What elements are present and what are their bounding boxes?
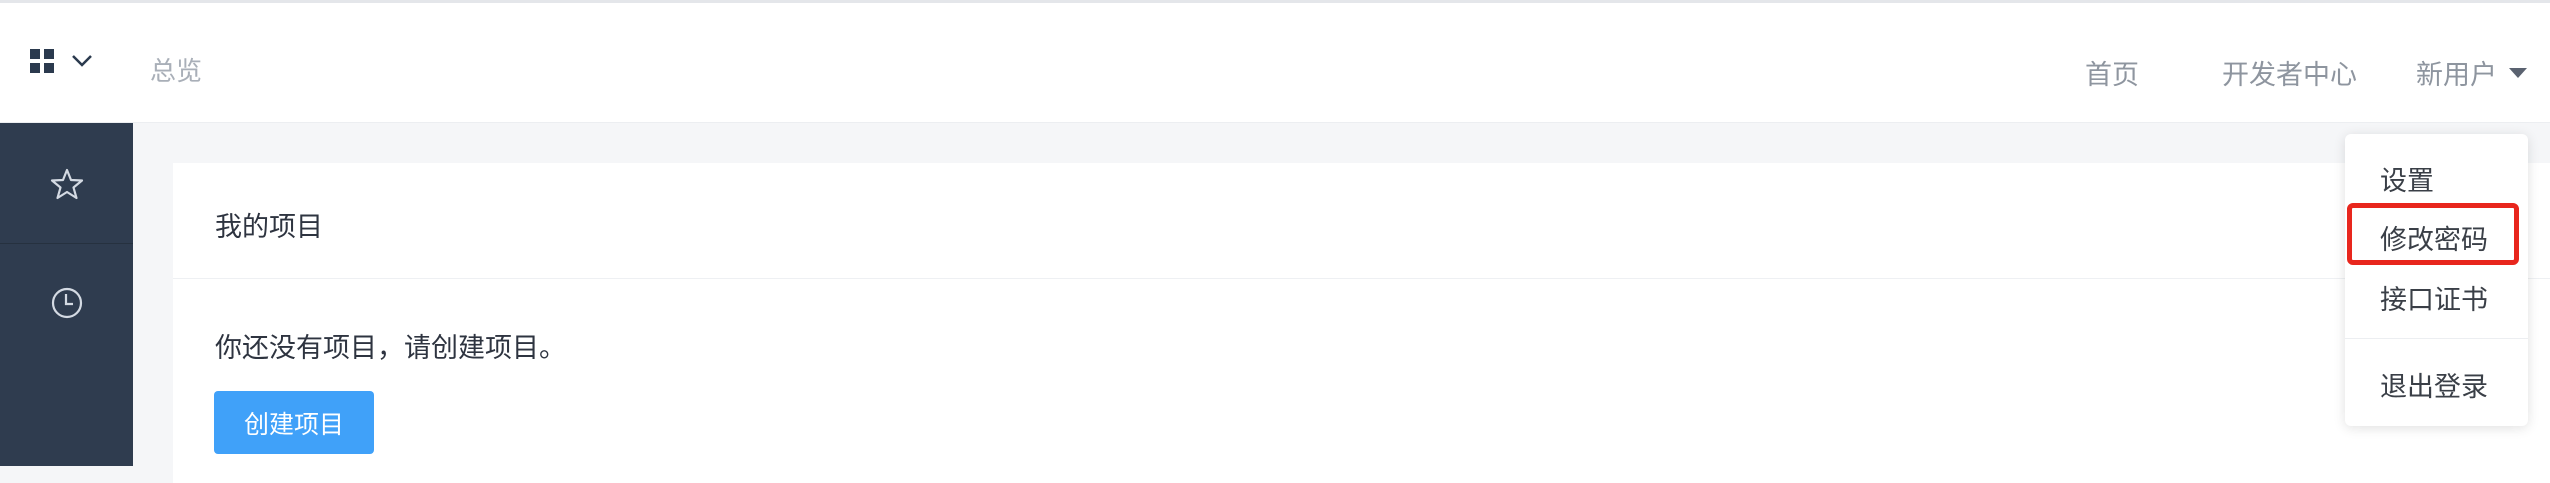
- app-switcher[interactable]: [30, 49, 94, 73]
- user-menu-trigger[interactable]: 新用户: [2416, 53, 2527, 92]
- my-projects-card: 我的项目 你还没有项目，请创建项目。 创建项目: [173, 163, 2550, 483]
- empty-state-message: 你还没有项目，请创建项目。: [215, 333, 566, 364]
- star-icon: [50, 168, 83, 200]
- sidebar-item-favorites[interactable]: [0, 125, 133, 244]
- nav-home-link[interactable]: 首页: [2085, 53, 2139, 92]
- card-title: 我的项目: [215, 212, 323, 243]
- menu-divider: [2345, 338, 2528, 339]
- chevron-down-icon: [72, 55, 92, 67]
- menu-item-logout[interactable]: 退出登录: [2380, 365, 2488, 404]
- menu-item-change-password[interactable]: 修改密码: [2380, 218, 2488, 257]
- user-dropdown-menu: 设置 修改密码 接口证书 退出登录: [2345, 134, 2528, 426]
- user-name: 新用户: [2416, 60, 2497, 91]
- card-divider: [173, 278, 2550, 279]
- top-bar: 总览 首页 开发者中心 新用户: [0, 0, 2550, 123]
- sidebar: [0, 123, 133, 466]
- breadcrumb[interactable]: 总览: [150, 51, 202, 88]
- menu-item-api-certificate[interactable]: 接口证书: [2380, 278, 2488, 317]
- sidebar-item-recent[interactable]: [0, 244, 133, 362]
- caret-down-icon: [2509, 67, 2527, 78]
- nav-developer-center-link[interactable]: 开发者中心: [2222, 53, 2357, 92]
- clock-icon: [51, 287, 82, 319]
- menu-item-settings[interactable]: 设置: [2380, 159, 2434, 198]
- create-project-button[interactable]: 创建项目: [214, 391, 374, 454]
- grid-icon: [30, 49, 54, 73]
